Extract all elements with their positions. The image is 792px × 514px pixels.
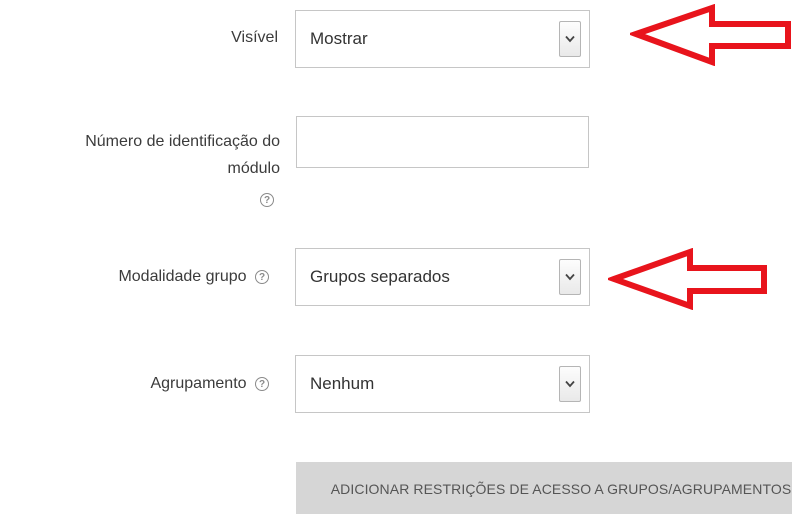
visible-select-value: Mostrar — [310, 29, 368, 48]
id-number-label-line1: Número de identificação do — [85, 133, 280, 150]
help-icon[interactable] — [255, 269, 269, 284]
chevron-down-icon[interactable] — [559, 366, 581, 402]
grouping-label-text: Agrupamento — [150, 375, 247, 392]
grouping-select[interactable]: Nenhum — [295, 355, 590, 413]
id-number-label-line2: módulo — [227, 160, 280, 177]
add-group-restrictions-button[interactable]: ADICIONAR RESTRIÇÕES DE ACESSO A GRUPOS/… — [296, 462, 792, 514]
group-mode-select[interactable]: Grupos separados — [295, 248, 590, 306]
grouping-select-value: Nenhum — [310, 374, 375, 393]
visible-label-text: Visível — [231, 29, 278, 46]
help-icon[interactable] — [255, 376, 269, 391]
id-number-label: Número de identificação do módulo — [85, 128, 280, 213]
grouping-label: Agrupamento — [150, 372, 269, 396]
chevron-down-icon[interactable] — [559, 259, 581, 295]
id-number-input[interactable] — [296, 116, 589, 168]
group-mode-label: Modalidade grupo — [118, 265, 269, 289]
visible-select[interactable]: Mostrar — [295, 10, 590, 68]
help-icon[interactable] — [260, 192, 274, 207]
visible-label: Visível — [231, 26, 278, 50]
group-mode-label-text: Modalidade grupo — [118, 268, 247, 285]
left-arrow-icon — [608, 248, 767, 310]
chevron-down-icon[interactable] — [559, 21, 581, 57]
course-module-settings-form: Visível Mostrar Número de identificação … — [0, 0, 792, 514]
group-mode-select-value: Grupos separados — [310, 267, 450, 286]
left-arrow-icon — [630, 4, 791, 66]
